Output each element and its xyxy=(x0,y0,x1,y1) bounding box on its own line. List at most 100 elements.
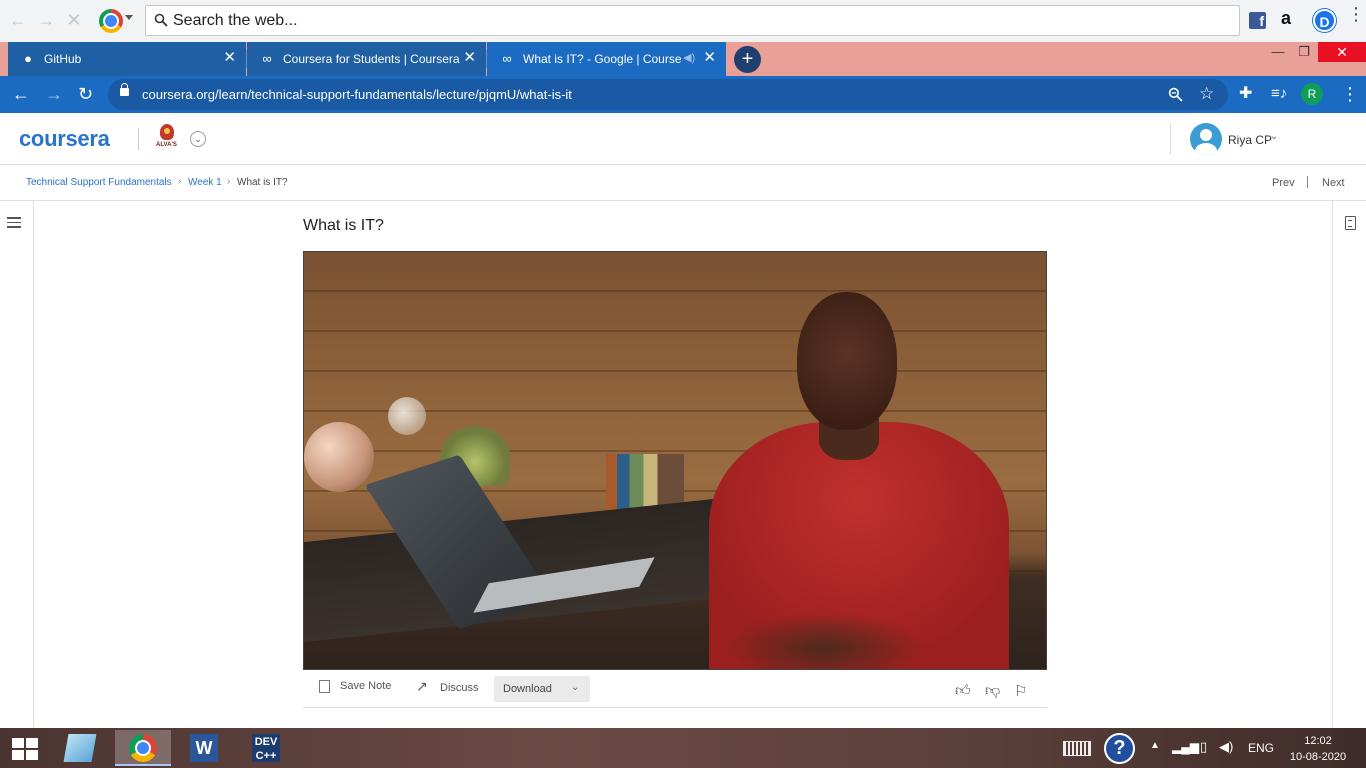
system-clock[interactable]: 12:02 10-08-2020 xyxy=(1285,733,1351,765)
url-text: coursera.org/learn/technical-support-fun… xyxy=(142,87,572,102)
windows-taskbar: W DEV C++ ? ▲ ▂▄▆ ▯ ◀) ENG 12:02 10-08-2… xyxy=(0,728,1366,768)
taskbar-app-chrome[interactable] xyxy=(115,730,171,766)
download-button[interactable]: Download ⌄ xyxy=(494,676,590,702)
chevron-down-icon[interactable]: ⌄ xyxy=(190,131,206,147)
speaker-icon[interactable]: ◀) xyxy=(683,51,695,64)
discuss-button[interactable]: Discuss xyxy=(440,682,479,694)
search-toolbar: ← → ✕ Search the web... f a D ⋮ xyxy=(0,0,1366,42)
institution-label: ALVA'S xyxy=(156,142,177,148)
thumbs-up-icon[interactable]: 👍︎ xyxy=(955,682,971,700)
close-icon[interactable]: ✕ xyxy=(463,50,476,66)
coursera-header: coursera ALVA'S ⌄ Riya CP ⌄ xyxy=(0,113,1366,165)
back-icon[interactable]: ← xyxy=(12,84,30,104)
media-control-icon[interactable]: ≡♪ xyxy=(1271,84,1287,104)
forward-arrow-icon[interactable]: → xyxy=(36,10,56,30)
taskbar-app-devcpp[interactable]: DEV C++ xyxy=(238,730,294,766)
chevron-right-icon: › xyxy=(178,176,182,187)
tab-coursera-students[interactable]: ∞ Coursera for Students | Coursera ✕ xyxy=(247,42,487,76)
facebook-extension-icon[interactable]: f xyxy=(1249,12,1266,29)
touch-keyboard-icon[interactable] xyxy=(1063,741,1091,756)
devcpp-icon: DEV C++ xyxy=(252,734,280,762)
breadcrumb-current: What is IT? xyxy=(237,177,288,188)
address-bar: ← → ↻ coursera.org/learn/technical-suppo… xyxy=(0,76,1366,113)
bookmark-star-icon[interactable]: ☆ xyxy=(1199,84,1214,104)
user-avatar-icon[interactable] xyxy=(1190,123,1222,155)
chevron-right-icon: › xyxy=(227,176,231,187)
taskbar-app-explorer[interactable] xyxy=(52,730,108,766)
note-icon[interactable] xyxy=(319,680,330,693)
institution-logo[interactable]: ALVA'S xyxy=(156,124,178,152)
url-omnibox[interactable]: coursera.org/learn/technical-support-fun… xyxy=(108,79,1228,110)
left-rail xyxy=(0,201,34,728)
divider xyxy=(138,128,139,150)
coursera-icon: ∞ xyxy=(502,51,512,66)
breadcrumb-course[interactable]: Technical Support Fundamentals xyxy=(26,177,172,188)
right-rail xyxy=(1332,201,1366,728)
tab-what-is-it[interactable]: ∞ What is IT? - Google | Course ◀) ✕ xyxy=(487,42,726,76)
network-icon[interactable]: ▂▄▆ xyxy=(1172,740,1199,768)
flag-icon[interactable]: ⚐ xyxy=(1014,682,1027,700)
lock-icon xyxy=(120,83,129,96)
profile-extension-icon[interactable]: D xyxy=(1313,9,1336,32)
close-icon[interactable]: ✕ xyxy=(703,50,716,66)
institution-seal-icon xyxy=(160,124,174,140)
chevron-down-icon[interactable] xyxy=(125,15,133,20)
chrome-menu-icon[interactable] xyxy=(99,9,123,33)
video-globe xyxy=(304,422,374,492)
video-action-bar: Save Note ↗ Discuss Download ⌄ 👍︎ 👎︎ ⚐ xyxy=(303,671,1047,708)
battery-icon[interactable]: ▯ xyxy=(1200,739,1207,768)
zoom-icon[interactable] xyxy=(1168,87,1183,102)
course-outline-icon[interactable] xyxy=(7,217,21,229)
search-placeholder: Search the web... xyxy=(173,12,298,29)
tab-github[interactable]: ● GitHub ✕ xyxy=(8,42,247,76)
video-player[interactable] xyxy=(303,251,1047,670)
more-menu-icon[interactable]: ⋮ xyxy=(1347,5,1365,23)
devcpp-sublabel: C++ xyxy=(255,750,277,762)
back-arrow-icon[interactable]: ← xyxy=(8,10,28,30)
taskbar-app-word[interactable]: W xyxy=(176,730,232,766)
windows-start-icon[interactable] xyxy=(12,738,38,760)
user-name[interactable]: Riya CP xyxy=(1228,133,1272,147)
devcpp-label: DEV xyxy=(254,736,278,748)
next-link[interactable]: Next xyxy=(1322,177,1345,189)
extensions-puzzle-icon[interactable]: ✚ xyxy=(1239,84,1252,104)
chrome-icon xyxy=(129,734,157,762)
divider xyxy=(1307,176,1308,188)
volume-icon[interactable]: ◀) xyxy=(1219,739,1233,768)
web-search-input[interactable]: Search the web... xyxy=(145,5,1240,36)
divider xyxy=(1170,123,1171,155)
discuss-icon[interactable]: ↗ xyxy=(416,678,428,695)
tab-strip: ● GitHub ✕ ∞ Coursera for Students | Cou… xyxy=(0,42,1366,76)
profile-avatar[interactable]: R xyxy=(1301,83,1323,105)
stop-icon[interactable]: ✕ xyxy=(64,10,84,30)
save-note-button[interactable]: Save Note xyxy=(340,680,391,692)
language-indicator[interactable]: ENG xyxy=(1248,741,1274,768)
page-title: What is IT? xyxy=(303,217,384,234)
show-hidden-icons-icon[interactable]: ▲ xyxy=(1150,740,1160,768)
amazon-extension-icon[interactable]: a xyxy=(1281,8,1291,29)
window-close-icon[interactable]: ✕ xyxy=(1318,42,1366,62)
coursera-logo[interactable]: coursera xyxy=(19,126,110,152)
tab-label: GitHub xyxy=(44,52,82,66)
new-tab-button[interactable]: + xyxy=(734,46,761,73)
video-presenter-head xyxy=(797,292,897,430)
help-icon[interactable]: ? xyxy=(1104,733,1135,764)
download-label: Download xyxy=(503,683,552,695)
chevron-down-icon[interactable]: ⌄ xyxy=(1270,131,1278,142)
tab-label: Coursera for Students | Coursera xyxy=(283,52,460,66)
video-glass-bulb xyxy=(388,397,426,435)
thumbs-down-icon[interactable]: 👎︎ xyxy=(985,682,1000,700)
breadcrumb-week[interactable]: Week 1 xyxy=(188,177,222,188)
coursera-icon: ∞ xyxy=(262,51,272,66)
forward-icon[interactable]: → xyxy=(45,84,63,104)
word-icon: W xyxy=(190,734,218,762)
restore-icon[interactable]: ❐ xyxy=(1289,44,1319,60)
close-icon[interactable]: ✕ xyxy=(223,50,236,66)
more-menu-icon[interactable]: ⋮ xyxy=(1341,84,1359,104)
github-icon: ● xyxy=(24,51,32,66)
reload-icon[interactable]: ↻ xyxy=(78,84,93,104)
clock-time: 12:02 xyxy=(1304,735,1332,747)
prev-link[interactable]: Prev xyxy=(1272,177,1295,189)
transcript-icon[interactable] xyxy=(1345,216,1356,230)
breadcrumb: Technical Support Fundamentals › Week 1 … xyxy=(0,165,1366,201)
